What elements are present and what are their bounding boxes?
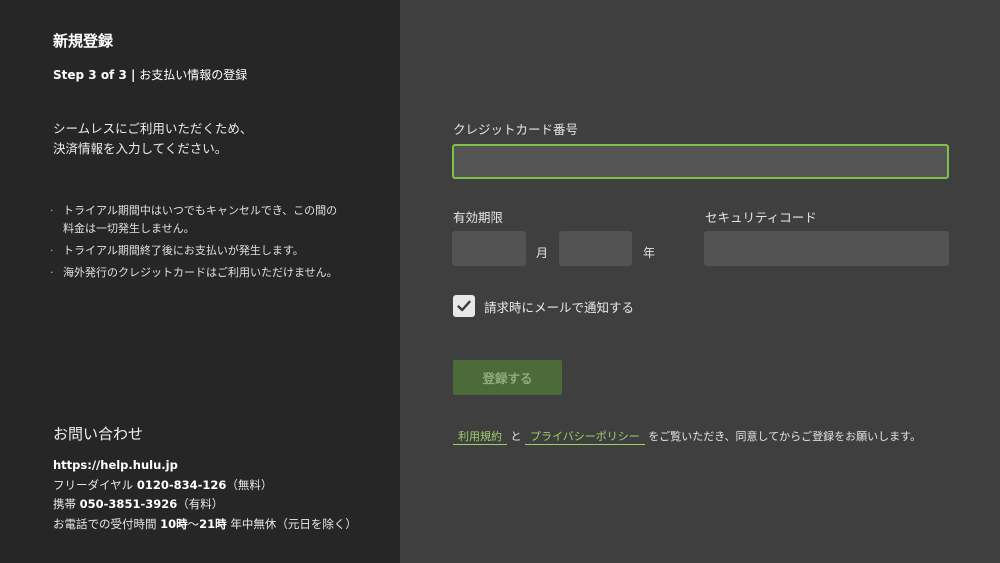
payment-form: クレジットカード番号 有効期限 月 年 セキュリティコード 請求時にメールで通知… [400, 0, 1000, 563]
expiry-label: 有効期限 [453, 210, 504, 225]
terms-link[interactable]: 利用規約 [453, 430, 507, 445]
hours-prefix: お電話での受付時間 [53, 516, 157, 531]
mobile-label: 携帯 [53, 497, 76, 511]
security-code-label: セキュリティコード [705, 210, 817, 225]
year-unit: 年 [643, 246, 656, 260]
notes-list: トライアル期間中はいつでもキャンセルでき、この間の料金は一切発生しません。 トラ… [48, 202, 338, 286]
contact-title: お問い合わせ [53, 425, 144, 443]
intro-line: 決済情報を入力してください。 [53, 141, 228, 156]
terms-notice: 利用規約 と プライバシーポリシー をご覧いただき、同意してからご登録をお願いし… [453, 428, 922, 445]
mobile-number: 050-3851-3926 [79, 497, 178, 511]
terms-suffix: をご覧いただき、同意してからご登録をお願いします。 [648, 430, 922, 443]
help-url: https://help.hulu.jp [53, 458, 178, 472]
month-unit: 月 [536, 246, 549, 260]
step-count: Step 3 of 3 | [53, 68, 136, 82]
security-code-input[interactable] [704, 231, 949, 266]
hours-suffix: 年中無休（元日を除く） [230, 516, 357, 531]
card-number-label: クレジットカード番号 [453, 122, 579, 137]
free-dial-note: （無料） [226, 477, 273, 492]
note-item: 海外発行のクレジットカードはご利用いただけません。 [48, 264, 338, 282]
notify-checkbox[interactable] [453, 295, 475, 317]
free-dial-label: フリーダイヤル [53, 477, 134, 492]
register-button[interactable]: 登録する [453, 360, 562, 395]
step-name: お支払い情報の登録 [139, 68, 248, 82]
intro-text: シームレスにご利用いただくため、 決済情報を入力してください。 [53, 119, 252, 159]
intro-line: シームレスにご利用いただくため、 [53, 121, 253, 136]
note-item: トライアル期間中はいつでもキャンセルでき、この間の料金は一切発生しません。 [48, 202, 338, 238]
checkmark-icon [457, 300, 471, 312]
reception-hours: お電話での受付時間 10時〜21時 年中無休（元日を除く） [53, 515, 357, 535]
privacy-policy-link[interactable]: プライバシーポリシー [525, 430, 645, 445]
page-title: 新規登録 [53, 32, 114, 50]
notify-label[interactable]: 請求時にメールで通知する [484, 297, 634, 316]
note-item: トライアル期間終了後にお支払いが発生します。 [48, 242, 338, 260]
registration-page: 新規登録 Step 3 of 3 | お支払い情報の登録 シームレスにご利用いた… [0, 0, 1000, 563]
free-dial: フリーダイヤル 0120-834-126（無料） [53, 476, 357, 496]
card-number-input[interactable] [452, 144, 949, 179]
contact-info: https://help.hulu.jp フリーダイヤル 0120-834-12… [53, 456, 357, 534]
free-dial-number: 0120-834-126 [136, 477, 227, 492]
hours-start: 10時 [160, 516, 188, 531]
expiry-year-input[interactable] [559, 231, 632, 266]
info-panel: 新規登録 Step 3 of 3 | お支払い情報の登録 シームレスにご利用いた… [0, 0, 400, 563]
expiry-month-input[interactable] [452, 231, 526, 266]
mobile-dial: 携帯 050-3851-3926（有料） [53, 495, 357, 515]
hours-sep: 〜 [187, 516, 200, 531]
mobile-note: （有料） [177, 497, 224, 511]
terms-and: と [510, 430, 522, 443]
hours-end: 21時 [199, 516, 227, 531]
step-indicator: Step 3 of 3 | お支払い情報の登録 [53, 66, 247, 83]
